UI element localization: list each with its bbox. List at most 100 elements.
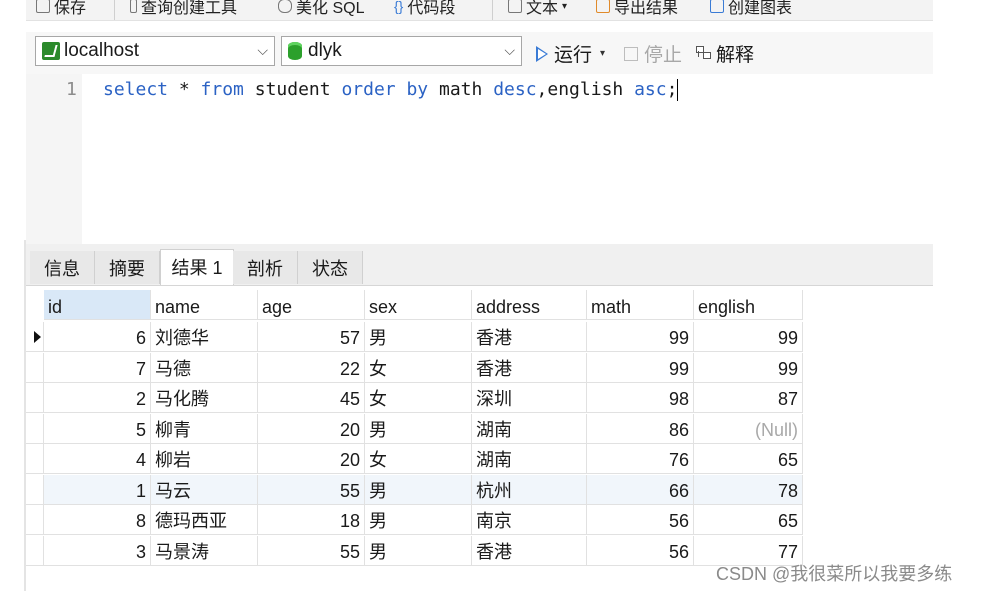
- cell-id[interactable]: 6: [44, 322, 151, 352]
- cell-address[interactable]: 杭州: [472, 474, 587, 505]
- cell-name[interactable]: 德玛西亚: [151, 505, 258, 535]
- row-indicator[interactable]: [26, 535, 44, 566]
- cell-address[interactable]: 南京: [472, 505, 587, 535]
- cell-english[interactable]: 65: [694, 505, 803, 535]
- row-indicator[interactable]: [26, 444, 44, 474]
- cell-name[interactable]: 马景涛: [151, 535, 258, 566]
- cell-age[interactable]: 57: [258, 322, 365, 352]
- cell-name[interactable]: 马化腾: [151, 383, 258, 413]
- table-row[interactable]: 4 柳岩 20 女湖南 76 65: [26, 444, 803, 474]
- cell-math[interactable]: 76: [587, 444, 694, 474]
- cell-sex[interactable]: 男: [365, 474, 472, 505]
- table-row[interactable]: 2 马化腾 45 女深圳 98 87: [26, 383, 803, 413]
- cell-address[interactable]: 湖南: [472, 413, 587, 444]
- cell-math[interactable]: 99: [587, 352, 694, 383]
- column-header-english[interactable]: english: [694, 290, 803, 320]
- cell-math[interactable]: 99: [587, 322, 694, 352]
- sql-editor[interactable]: 1 select * from student order by math de…: [26, 74, 933, 244]
- code-line[interactable]: select * from student order by math desc…: [103, 79, 679, 101]
- row-indicator[interactable]: [26, 352, 44, 383]
- cell-age[interactable]: 22: [258, 352, 365, 383]
- row-indicator[interactable]: [26, 413, 44, 444]
- cell-sex[interactable]: 男: [365, 413, 472, 444]
- save-button[interactable]: 保存: [36, 0, 86, 18]
- connection-select[interactable]: localhost ⌵: [35, 36, 275, 66]
- tab-result-1[interactable]: 结果 1: [160, 249, 234, 285]
- column-header-sex[interactable]: sex: [365, 290, 472, 320]
- cell-math[interactable]: 56: [587, 505, 694, 535]
- table-row[interactable]: 8 德玛西亚 18 男南京 56 65: [26, 505, 803, 535]
- cell-sex[interactable]: 女: [365, 352, 472, 383]
- cell-name[interactable]: 马云: [151, 474, 258, 505]
- cell-english[interactable]: (Null): [694, 413, 803, 444]
- column-header-address[interactable]: address: [472, 290, 587, 320]
- table-row[interactable]: 1 马云 55 男杭州 66 78: [26, 474, 803, 505]
- cell-sex[interactable]: 男: [365, 535, 472, 566]
- column-header-name[interactable]: name: [151, 290, 258, 320]
- cell-age[interactable]: 20: [258, 413, 365, 444]
- cell-id[interactable]: 8: [44, 505, 151, 535]
- run-button[interactable]: 运行 ▾: [536, 40, 605, 67]
- cell-name[interactable]: 刘德华: [151, 322, 258, 352]
- stop-button[interactable]: 停止: [624, 40, 682, 67]
- text-button[interactable]: 文本 ▾: [508, 0, 567, 18]
- table-row[interactable]: 7 马德 22 女香港 99 99: [26, 352, 803, 383]
- run-dropdown-icon[interactable]: ▾: [600, 48, 605, 59]
- column-header-id[interactable]: id: [44, 290, 151, 320]
- cell-english[interactable]: 99: [694, 322, 803, 352]
- table-row[interactable]: 5 柳青 20 男湖南 86 (Null): [26, 413, 803, 444]
- explain-button[interactable]: 解释: [696, 40, 754, 67]
- create-chart-button[interactable]: 创建图表: [710, 0, 792, 18]
- stop-icon: [624, 46, 638, 61]
- cell-age[interactable]: 55: [258, 535, 365, 566]
- export-result-button[interactable]: 导出结果: [596, 0, 678, 18]
- cell-english[interactable]: 65: [694, 444, 803, 474]
- cell-sex[interactable]: 女: [365, 383, 472, 413]
- cell-name[interactable]: 柳青: [151, 413, 258, 444]
- query-builder-button[interactable]: 查询创建工具: [130, 0, 237, 18]
- cell-sex[interactable]: 男: [365, 505, 472, 535]
- cell-id[interactable]: 3: [44, 535, 151, 566]
- database-select[interactable]: dlyk ⌵: [281, 36, 522, 66]
- cell-sex[interactable]: 男: [365, 322, 472, 352]
- row-indicator[interactable]: [26, 322, 44, 352]
- code-snippet-button[interactable]: {} 代码段: [394, 0, 455, 18]
- tab-info[interactable]: 信息: [30, 251, 95, 284]
- cell-address[interactable]: 深圳: [472, 383, 587, 413]
- cell-id[interactable]: 2: [44, 383, 151, 413]
- cell-id[interactable]: 7: [44, 352, 151, 383]
- cell-english[interactable]: 99: [694, 352, 803, 383]
- cell-age[interactable]: 20: [258, 444, 365, 474]
- cell-math[interactable]: 56: [587, 535, 694, 566]
- cell-age[interactable]: 55: [258, 474, 365, 505]
- cell-math[interactable]: 98: [587, 383, 694, 413]
- cell-address[interactable]: 香港: [472, 535, 587, 566]
- table-row[interactable]: 6 刘德华 57 男香港 99 99: [26, 322, 803, 352]
- cell-id[interactable]: 1: [44, 474, 151, 505]
- row-indicator[interactable]: [26, 383, 44, 413]
- chevron-down-icon: ⌵: [504, 42, 515, 58]
- cell-id[interactable]: 4: [44, 444, 151, 474]
- cell-age[interactable]: 18: [258, 505, 365, 535]
- cell-math[interactable]: 66: [587, 474, 694, 505]
- tab-profile[interactable]: 剖析: [233, 251, 298, 284]
- cell-id[interactable]: 5: [44, 413, 151, 444]
- cell-address[interactable]: 香港: [472, 322, 587, 352]
- row-indicator[interactable]: [26, 505, 44, 535]
- cell-address[interactable]: 湖南: [472, 444, 587, 474]
- tab-status[interactable]: 状态: [298, 251, 363, 284]
- column-header-math[interactable]: math: [587, 290, 694, 320]
- cell-english[interactable]: 87: [694, 383, 803, 413]
- table-row[interactable]: 3 马景涛 55 男香港 56 77: [26, 535, 803, 566]
- cell-name[interactable]: 柳岩: [151, 444, 258, 474]
- beautify-sql-button[interactable]: 美化 SQL: [278, 0, 364, 18]
- cell-english[interactable]: 78: [694, 474, 803, 505]
- cell-sex[interactable]: 女: [365, 444, 472, 474]
- tab-summary[interactable]: 摘要: [95, 251, 160, 284]
- cell-address[interactable]: 香港: [472, 352, 587, 383]
- cell-math[interactable]: 86: [587, 413, 694, 444]
- column-header-age[interactable]: age: [258, 290, 365, 320]
- cell-age[interactable]: 45: [258, 383, 365, 413]
- cell-name[interactable]: 马德: [151, 352, 258, 383]
- row-indicator[interactable]: [26, 474, 44, 505]
